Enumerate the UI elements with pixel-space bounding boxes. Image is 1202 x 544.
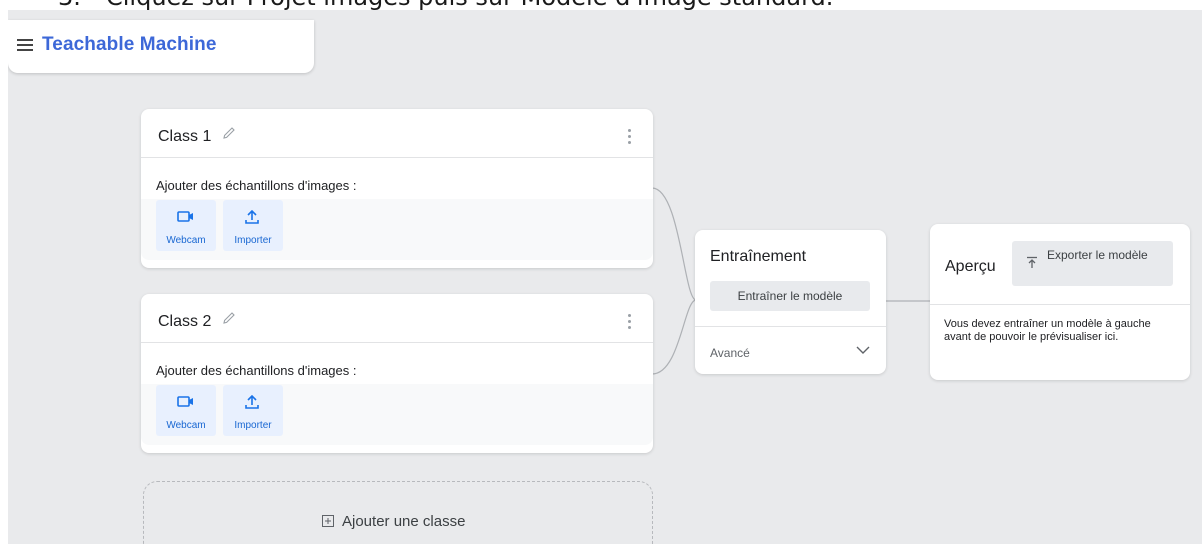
add-class-button[interactable]: Ajouter une classe [143,481,653,544]
importer-label: Importer [234,235,272,246]
importer-button[interactable]: Importer [223,385,283,436]
importer-button[interactable]: Importer [223,200,283,251]
webcam-button[interactable]: Webcam [156,200,216,251]
upload-icon [245,210,259,224]
sample-sources-panel: Webcam Importer [141,199,653,260]
divider [141,342,653,343]
class-name[interactable]: Class 2 [158,313,211,331]
divider [695,326,886,327]
step-number: 3. [58,0,81,10]
preview-message: Vous devez entraîner un modèle à gauche … [944,318,1151,343]
samples-label: Ajouter des échantillons d'images : [156,178,357,193]
sample-sources-panel: Webcam Importer [141,384,653,445]
step-instruction: Cliquez sur Projet images puis sur Modèl… [106,0,833,10]
export-upload-icon [1027,256,1037,268]
upload-icon [245,395,259,409]
class-card-2: Class 2 Ajouter des échantillons d'image… [141,294,653,453]
chevron-down-icon[interactable] [856,346,870,355]
train-model-button[interactable]: Entraîner le modèle [710,281,870,311]
edit-pencil-icon[interactable] [221,125,237,141]
divider [930,304,1190,305]
app-canvas: Teachable Machine Class 1 Ajouter des éc… [8,10,1202,544]
training-title: Entraînement [710,248,807,265]
edit-pencil-icon[interactable] [221,310,237,326]
class-options-kebab-icon[interactable] [627,314,631,330]
divider [141,157,653,158]
webcam-icon [177,396,193,407]
add-class-label: Ajouter une classe [342,513,466,530]
training-card: Entraînement Entraîner le modèle Avancé [695,230,886,374]
webcam-label: Webcam [166,420,206,431]
add-box-icon [322,515,334,527]
preview-card: Aperçu Exporter le modèle Vous devez ent… [930,224,1190,380]
advanced-toggle-label[interactable]: Avancé [710,346,750,360]
class-name[interactable]: Class 1 [158,128,211,146]
export-model-label: Exporter le modèle [1047,248,1148,262]
export-model-button[interactable]: Exporter le modèle [1012,241,1173,286]
webcam-button[interactable]: Webcam [156,385,216,436]
preview-title: Aperçu [945,258,996,275]
samples-label: Ajouter des échantillons d'images : [156,363,357,378]
document-instruction-line: 3. Cliquez sur Projet images puis sur Mo… [0,0,1202,10]
class-options-kebab-icon[interactable] [627,129,631,145]
importer-label: Importer [234,420,272,431]
class-card-1: Class 1 Ajouter des échantillons d'image… [141,109,653,268]
webcam-icon [177,211,193,222]
webcam-label: Webcam [166,235,206,246]
